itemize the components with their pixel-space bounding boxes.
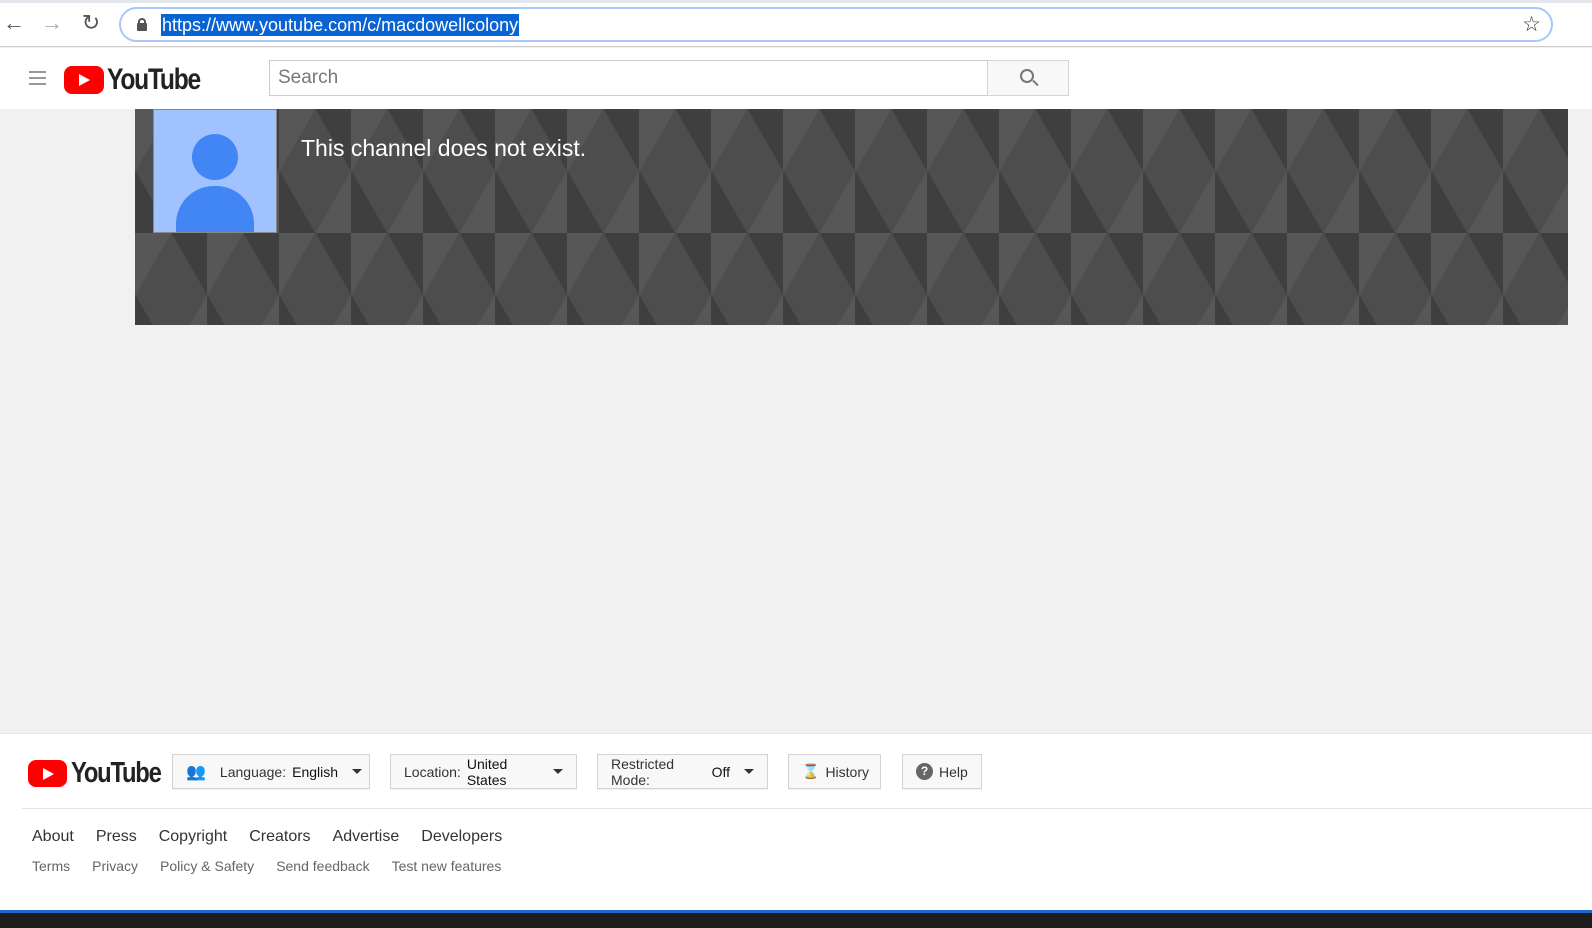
youtube-header: YouTube Search <box>0 48 1592 109</box>
browser-toolbar: ← → ↻ https://www.youtube.com/c/macdowel… <box>0 0 1592 47</box>
youtube-logo[interactable]: YouTube <box>64 63 220 97</box>
youtube-play-icon <box>64 66 104 94</box>
location-button[interactable]: Location: United States <box>390 754 577 789</box>
logo-text: YouTube <box>71 757 162 789</box>
caret-down-icon <box>744 769 754 774</box>
channel-error-message: This channel does not exist. <box>301 135 587 161</box>
restricted-mode-button[interactable]: Restricted Mode: Off <box>597 754 768 789</box>
forward-icon[interactable]: → <box>40 10 64 36</box>
channel-avatar <box>153 109 277 233</box>
footer-link-press[interactable]: Press <box>96 828 137 846</box>
location-value: United States <box>466 755 508 788</box>
search-input[interactable]: Search <box>269 60 988 96</box>
footer-secondary-links: Terms Privacy Policy & Safety Send feedb… <box>32 858 501 874</box>
address-bar[interactable]: https://www.youtube.com/c/macdowellcolon… <box>119 7 1553 42</box>
footer: YouTube 👥 Language: English Location: Unit… <box>0 733 1592 910</box>
restricted-value: Off <box>711 763 730 780</box>
footer-link-privacy[interactable]: Privacy <box>92 858 138 874</box>
help-label: Help <box>939 763 968 780</box>
logo-text: YouTube <box>107 63 201 96</box>
history-label: History <box>825 763 869 780</box>
language-icon: 👥 <box>186 763 206 781</box>
footer-primary-links: About Press Copyright Creators Advertise… <box>32 828 502 846</box>
bookmark-star-icon[interactable]: ☆ <box>1522 12 1541 37</box>
footer-link-test-new-features[interactable]: Test new features <box>392 858 502 874</box>
location-label: Location: <box>404 763 461 780</box>
footer-link-advertise[interactable]: Advertise <box>333 828 400 846</box>
footer-link-creators[interactable]: Creators <box>249 828 310 846</box>
footer-link-about[interactable]: About <box>32 828 74 846</box>
language-label: Language: <box>219 763 287 780</box>
help-button[interactable]: ? Help <box>902 754 982 789</box>
lock-icon <box>137 18 147 31</box>
taskbar <box>0 910 1592 928</box>
caret-down-icon <box>352 769 363 774</box>
footer-link-terms[interactable]: Terms <box>32 858 70 874</box>
help-icon: ? <box>916 763 933 780</box>
history-button[interactable]: ⌛ History <box>788 754 881 789</box>
menu-icon[interactable] <box>29 71 46 89</box>
hourglass-icon: ⌛ <box>802 763 820 779</box>
footer-link-policy-safety[interactable]: Policy & Safety <box>160 858 254 874</box>
url-text[interactable]: https://www.youtube.com/c/macdowellcolon… <box>161 14 520 36</box>
reload-icon[interactable]: ↻ <box>79 10 103 36</box>
footer-link-developers[interactable]: Developers <box>421 828 502 846</box>
caret-down-icon <box>553 769 563 774</box>
back-icon[interactable]: ← <box>2 10 26 36</box>
youtube-play-icon <box>28 760 67 787</box>
search-button[interactable] <box>987 60 1069 96</box>
language-button[interactable]: 👥 Language: English <box>172 754 370 789</box>
footer-divider <box>22 808 1592 809</box>
tab-strip <box>0 0 1592 3</box>
footer-link-copyright[interactable]: Copyright <box>159 828 227 846</box>
restricted-label: Restricted Mode: <box>611 755 675 788</box>
footer-link-send-feedback[interactable]: Send feedback <box>276 858 369 874</box>
language-value: English <box>292 763 339 780</box>
channel-banner: This channel does not exist. <box>135 109 1568 325</box>
footer-youtube-logo[interactable]: YouTube <box>28 757 180 790</box>
